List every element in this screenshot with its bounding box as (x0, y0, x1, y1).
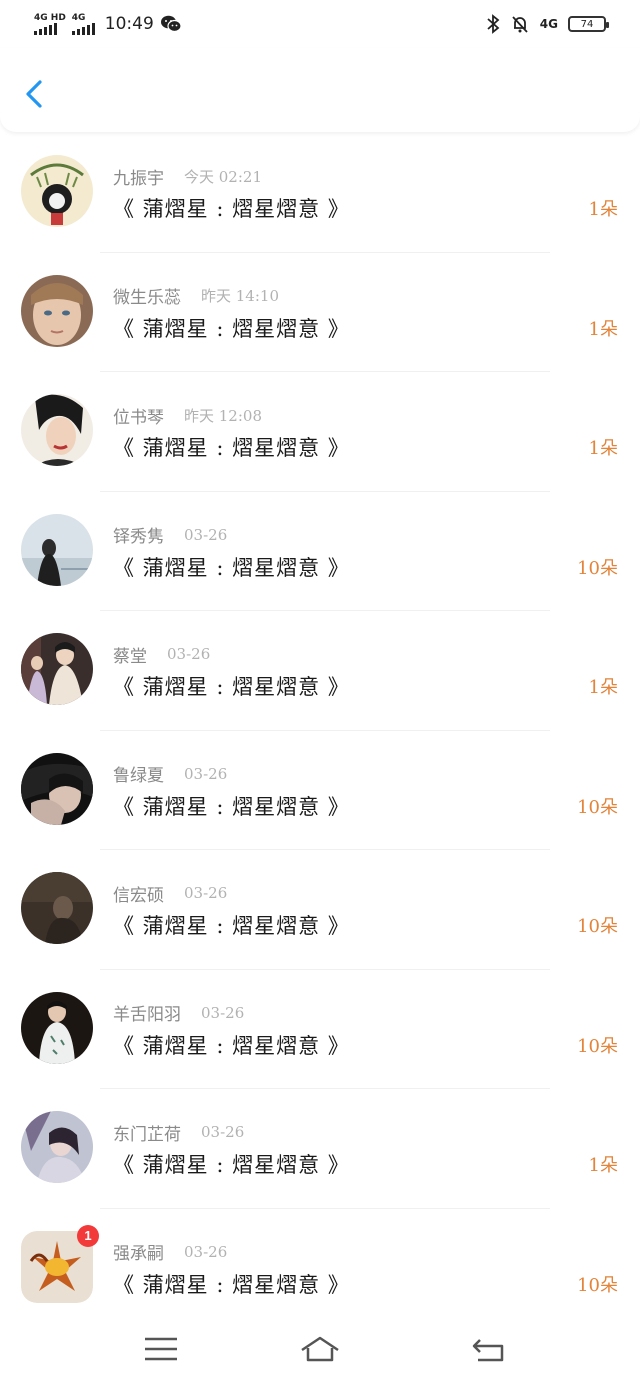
item-meta: 微生乐蕊 昨天 14:10 (113, 285, 279, 308)
sent-time: 03-26 (167, 645, 211, 663)
avatar[interactable] (21, 1111, 93, 1183)
list-item[interactable]: 位书琴 昨天 12:08 《 蒲熠星 : 熠星熠意 》 1朵 (0, 372, 640, 492)
sent-time: 今天 02:21 (184, 167, 262, 186)
flower-count: 10朵 (577, 557, 618, 579)
sender-name: 微生乐蕊 (113, 288, 181, 308)
battery-icon: 74 (568, 16, 609, 32)
item-meta: 位书琴 昨天 12:08 (113, 404, 262, 428)
status-right: 4G 74 (486, 12, 609, 36)
work-title: 《 蒲熠星 : 熠星熠意 》 (113, 675, 350, 699)
flower-count: 1朵 (588, 438, 618, 459)
avatar[interactable] (21, 991, 93, 1064)
avatar[interactable]: 1 (21, 1224, 99, 1303)
flower-count: 1朵 (588, 199, 618, 220)
work-title: 《 蒲熠星 : 熠星熠意 》 (113, 197, 350, 221)
system-nav-bar (0, 1310, 640, 1387)
item-meta: 九振宇 今天 02:21 (113, 165, 262, 189)
wechat-icon (160, 15, 182, 33)
list-item[interactable]: 羊舌阳羽 03-26 《 蒲熠星 : 熠星熠意 》 10朵 (0, 970, 640, 1090)
battery-level: 74 (580, 18, 594, 30)
sender-name: 蔡堂 (113, 646, 147, 667)
sent-time: 昨天 12:08 (184, 406, 262, 425)
sent-time: 03-26 (201, 1123, 245, 1141)
bluetooth-icon (487, 14, 500, 34)
work-title: 《 蒲熠星 : 熠星熠意 》 (113, 1272, 350, 1297)
work-title: 《 蒲熠星 : 熠星熠意 》 (113, 436, 350, 460)
avatar[interactable] (21, 155, 93, 227)
flower-count: 1朵 (588, 318, 618, 340)
sent-time: 03-26 (184, 1242, 228, 1261)
flower-count: 10朵 (577, 916, 618, 937)
sent-time: 03-26 (184, 525, 228, 544)
sim1-label: 4G HD (34, 13, 66, 23)
item-meta: 东门芷荷 03-26 (113, 1121, 245, 1145)
status-bar: 4G HD 4G 10:49 4G 74 (0, 0, 640, 48)
sender-name: 强承嗣 (113, 1244, 164, 1264)
work-title: 《 蒲熠星 : 熠星熠意 》 (113, 555, 350, 580)
unread-badge: 1 (77, 1224, 99, 1247)
sender-name: 九振宇 (113, 168, 164, 189)
sent-time: 昨天 14:10 (201, 287, 279, 305)
work-title: 《 蒲熠星 : 熠星熠意 》 (113, 316, 350, 341)
signal-bars-icon (71, 23, 95, 35)
sender-name: 信宏硕 (113, 885, 164, 906)
header (0, 48, 640, 132)
avatar[interactable] (21, 513, 93, 586)
flower-count: 10朵 (577, 1035, 618, 1057)
work-title: 《 蒲熠星 : 熠星熠意 》 (113, 914, 350, 938)
menu-icon (145, 1337, 177, 1361)
list-item[interactable]: 信宏硕 03-26 《 蒲熠星 : 熠星熠意 》 10朵 (0, 850, 640, 970)
mute-bell-icon (512, 16, 528, 33)
item-meta: 蔡堂 03-26 (113, 643, 211, 667)
work-title: 《 蒲熠星 : 熠星熠意 》 (113, 1033, 350, 1058)
work-title: 《 蒲熠星 : 熠星熠意 》 (113, 794, 350, 819)
sender-name: 东门芷荷 (113, 1124, 181, 1145)
home-button[interactable] (298, 1332, 342, 1366)
flower-count: 10朵 (577, 796, 618, 818)
work-title: 《 蒲熠星 : 熠星熠意 》 (113, 1153, 350, 1177)
flower-count: 10朵 (577, 1274, 618, 1296)
item-meta: 羊舌阳羽 03-26 (113, 1002, 245, 1026)
sent-time: 03-26 (201, 1003, 245, 1022)
back-nav-button[interactable] (468, 1332, 512, 1366)
list-item[interactable]: 东门芷荷 03-26 《 蒲熠星 : 熠星熠意 》 1朵 (0, 1089, 640, 1209)
signal-bars-icon (34, 23, 57, 35)
avatar[interactable] (21, 752, 93, 825)
avatar[interactable] (21, 872, 93, 944)
signal-sim2: 4G (71, 13, 95, 35)
sender-name: 羊舌阳羽 (113, 1005, 181, 1025)
flower-count: 1朵 (588, 1155, 618, 1176)
home-icon (301, 1336, 339, 1362)
list-item[interactable]: 微生乐蕊 昨天 14:10 《 蒲熠星 : 熠星熠意 》 1朵 (0, 253, 640, 373)
sent-time: 03-26 (184, 764, 228, 783)
sender-name: 鲁绿夏 (113, 766, 164, 786)
list-item[interactable]: 铎秀隽 03-26 《 蒲熠星 : 熠星熠意 》 10朵 (0, 492, 640, 612)
menu-button[interactable] (139, 1332, 183, 1366)
return-icon (472, 1339, 504, 1362)
status-left: 4G HD 4G 10:49 (34, 10, 182, 38)
gift-list: 九振宇 今天 02:21 《 蒲熠星 : 熠星熠意 》 1朵 微生乐蕊 昨天 1… (0, 133, 640, 1328)
sent-time: 03-26 (184, 884, 228, 902)
back-button[interactable] (20, 76, 50, 112)
item-meta: 铎秀隽 03-26 (113, 524, 228, 548)
sender-name: 位书琴 (113, 407, 164, 428)
item-meta: 信宏硕 03-26 (113, 882, 228, 906)
avatar[interactable] (21, 633, 93, 705)
chevron-left-icon (26, 80, 42, 108)
sender-name: 铎秀隽 (113, 527, 164, 547)
list-item[interactable]: 蔡堂 03-26 《 蒲熠星 : 熠星熠意 》 1朵 (0, 611, 640, 731)
sim2-label: 4G (71, 13, 86, 23)
item-meta: 鲁绿夏 03-26 (113, 763, 228, 787)
avatar[interactable] (21, 274, 93, 347)
item-meta: 强承嗣 03-26 (113, 1241, 228, 1265)
list-item[interactable]: 鲁绿夏 03-26 《 蒲熠星 : 熠星熠意 》 10朵 (0, 731, 640, 851)
status-time: 10:49 (104, 14, 154, 34)
signal-sim1: 4G HD (34, 13, 66, 35)
network-type: 4G (539, 17, 558, 31)
list-item[interactable]: 九振宇 今天 02:21 《 蒲熠星 : 熠星熠意 》 1朵 (0, 133, 640, 253)
flower-count: 1朵 (588, 677, 618, 698)
avatar[interactable] (21, 394, 93, 466)
